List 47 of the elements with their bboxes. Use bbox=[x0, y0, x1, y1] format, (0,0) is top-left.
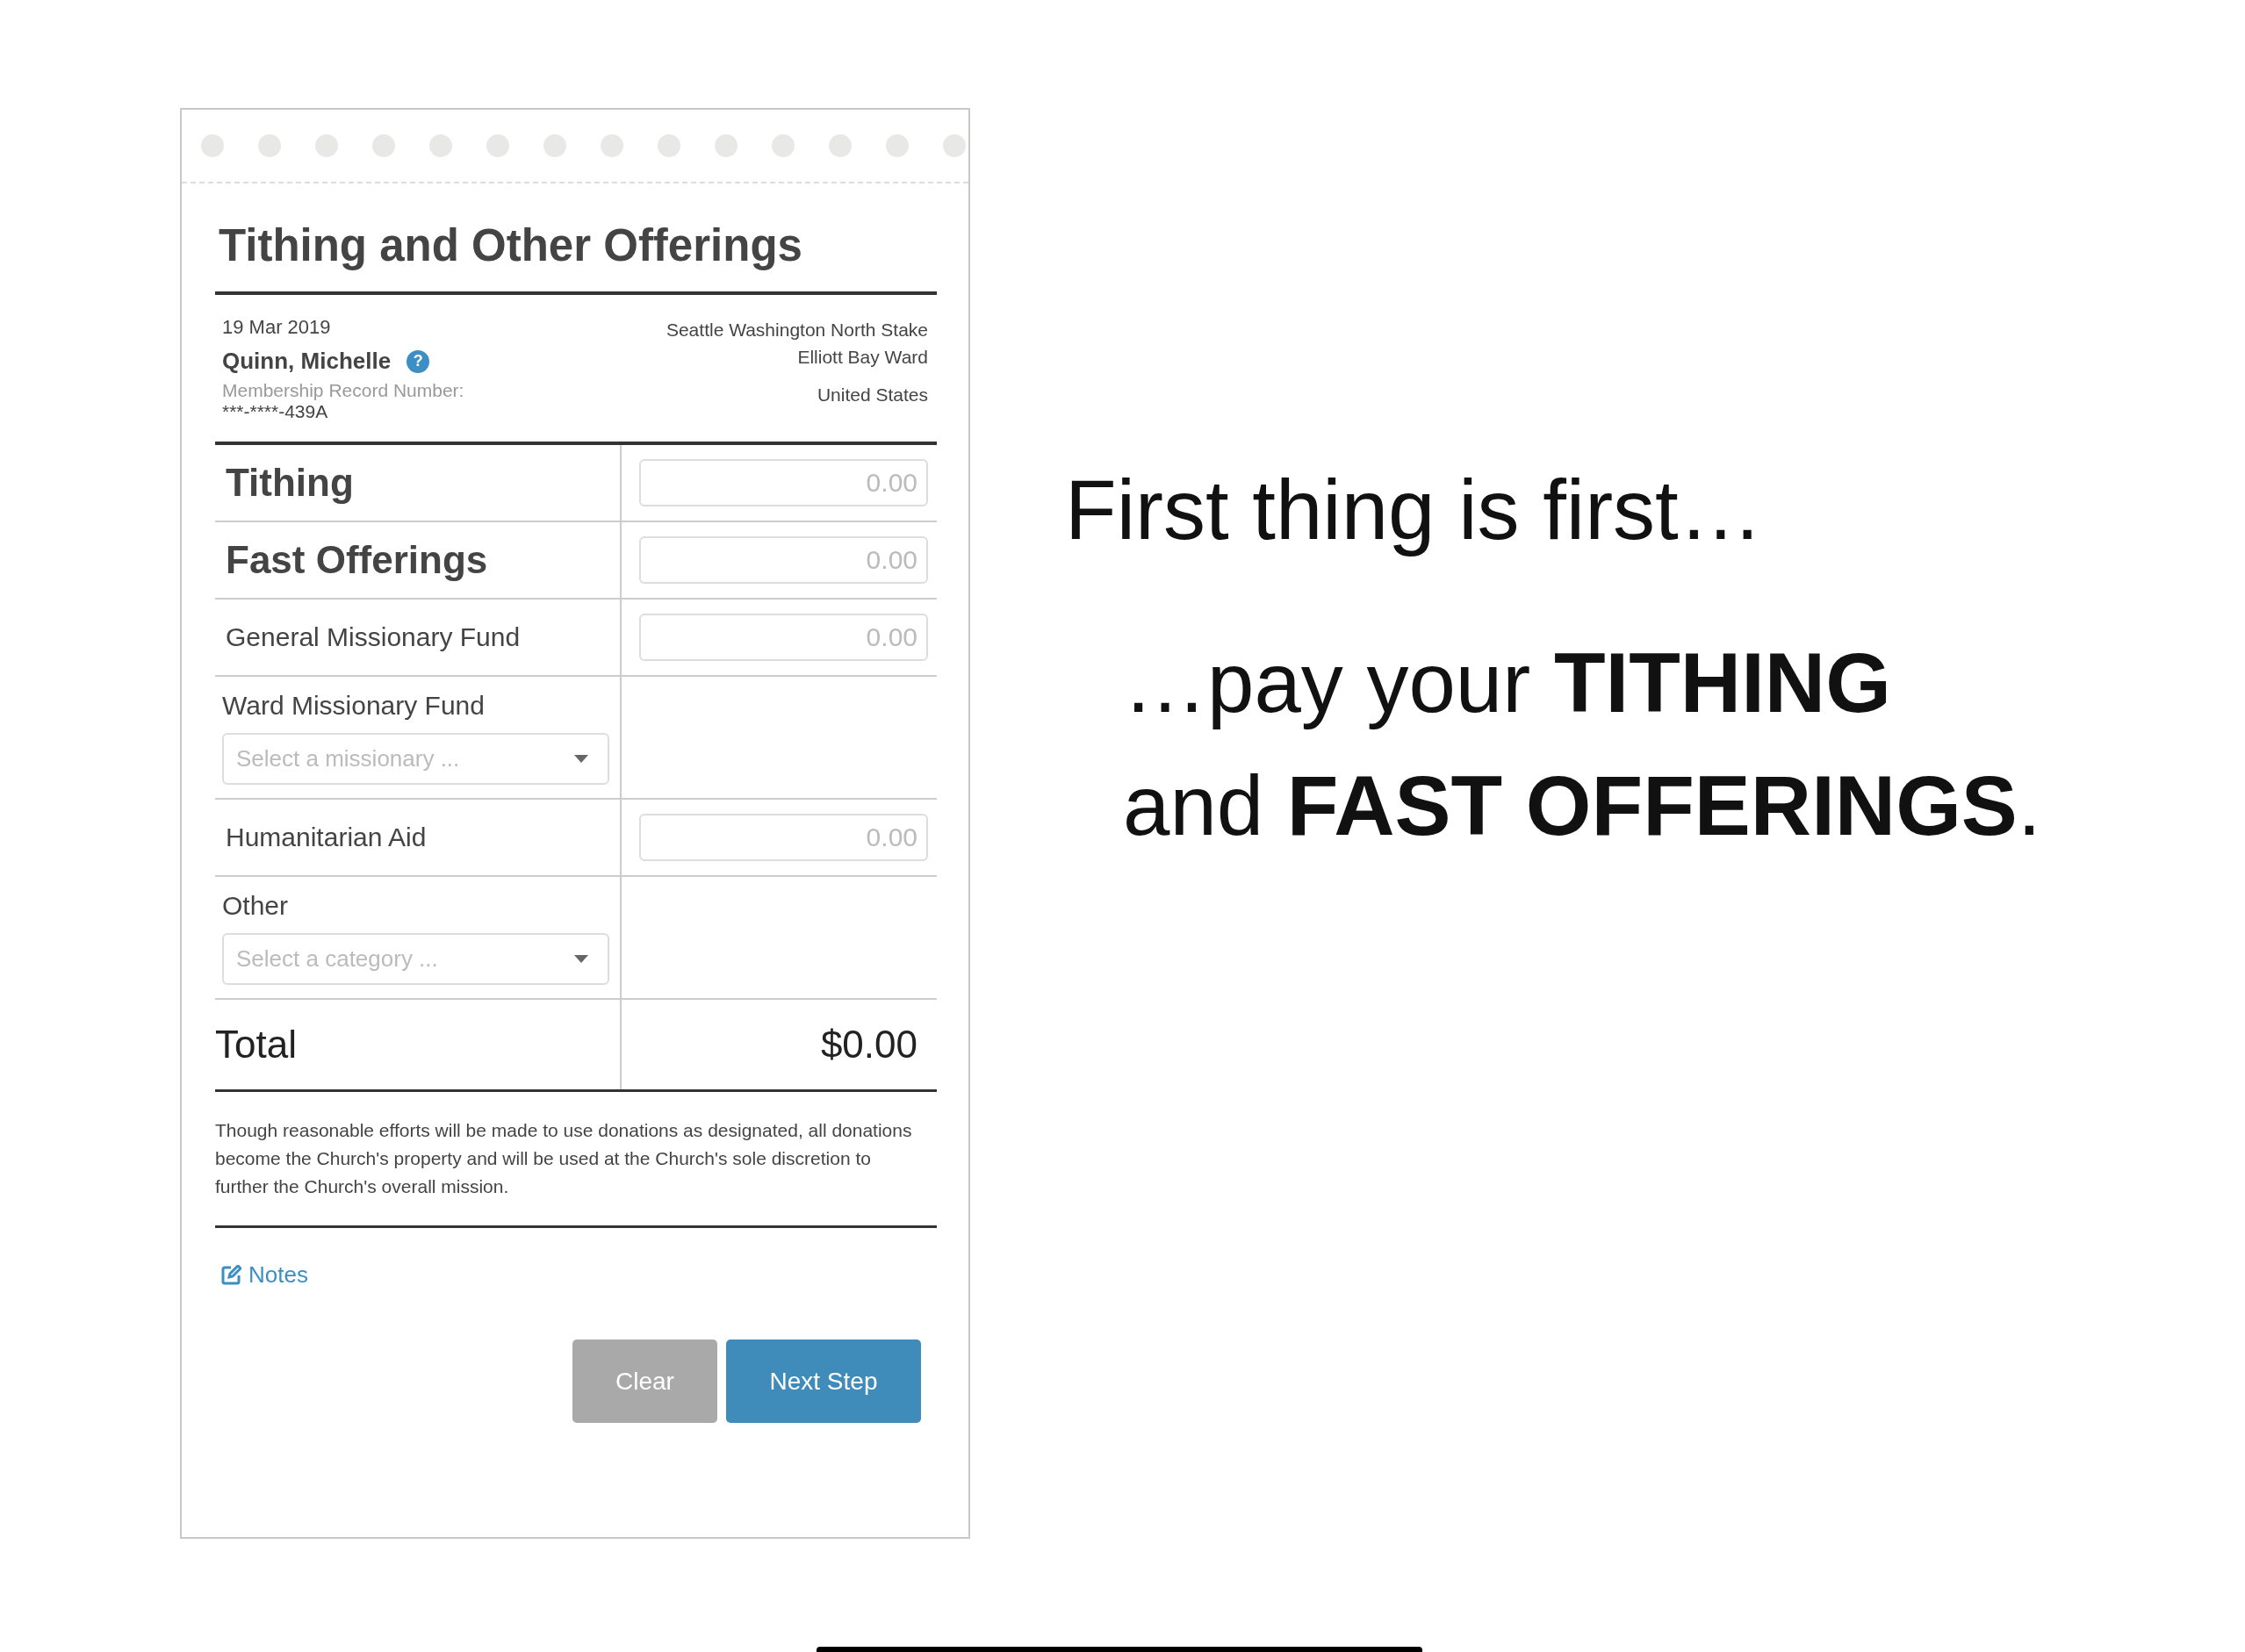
amount-field[interactable]: 0.00 bbox=[639, 536, 928, 585]
notes-link[interactable]: Notes bbox=[220, 1261, 308, 1289]
slide-heading: First thing is first… bbox=[1065, 462, 1764, 558]
fund-label: Fast Offerings bbox=[226, 538, 489, 583]
total-amount: $0.00 bbox=[820, 1023, 917, 1067]
punch-hole bbox=[601, 134, 623, 157]
date: 19 Mar 2019 bbox=[222, 316, 332, 340]
select-field[interactable]: Select a category ... bbox=[222, 932, 609, 985]
punch-hole bbox=[315, 134, 338, 157]
amount-field[interactable]: 0.00 bbox=[639, 459, 928, 507]
punch-hole bbox=[886, 134, 909, 157]
help-icon[interactable]: ? bbox=[407, 349, 430, 373]
punch-hole bbox=[943, 134, 966, 157]
punch-hole bbox=[486, 134, 509, 157]
fund-label: General Missionary Fund bbox=[226, 622, 522, 653]
fund-label: Other bbox=[222, 890, 290, 921]
disclaimer-text: Though reasonable efforts will be made to use donations as designated, all donations become the Church's property and will be used at the Church's sole discretion to further the Church's overall mission. bbox=[215, 1119, 913, 1199]
record-number: ***-****-439A bbox=[222, 401, 329, 423]
punch-hole bbox=[715, 134, 738, 157]
member-name: Quinn, Michelle bbox=[222, 348, 392, 376]
next-button[interactable]: Next Step bbox=[726, 1340, 921, 1424]
fund-label: Tithing bbox=[226, 461, 355, 506]
fund-label: Ward Missionary Fund bbox=[222, 690, 486, 721]
clear-button[interactable]: Clear bbox=[572, 1340, 717, 1424]
caret-icon bbox=[574, 754, 588, 763]
slide-text: …pay your TITHING bbox=[1123, 635, 1892, 732]
total-label: Total bbox=[215, 1023, 298, 1067]
punch-hole bbox=[429, 134, 452, 157]
punch-hole bbox=[829, 134, 852, 157]
punch-hole bbox=[658, 134, 680, 157]
record-label: Membership Record Number: bbox=[222, 380, 464, 402]
location-text: United States bbox=[817, 384, 928, 407]
location-text: Seattle Washington North Stake bbox=[666, 319, 928, 342]
form-title: Tithing and Other Offerings bbox=[219, 219, 803, 272]
punch-hole bbox=[372, 134, 395, 157]
punch-hole bbox=[543, 134, 566, 157]
caret-icon bbox=[574, 954, 588, 963]
punch-hole bbox=[258, 134, 281, 157]
amount-field[interactable]: 0.00 bbox=[639, 614, 928, 662]
fund-label: Humanitarian Aid bbox=[226, 822, 428, 853]
edit-icon bbox=[220, 1264, 241, 1286]
amount-field[interactable]: 0.00 bbox=[639, 814, 928, 862]
select-field[interactable]: Select a missionary ... bbox=[222, 732, 609, 785]
location-text: Elliott Bay Ward bbox=[797, 346, 928, 370]
slide-text: and FAST OFFERINGS. bbox=[1123, 758, 2041, 855]
punch-hole bbox=[772, 134, 795, 157]
punch-hole bbox=[201, 134, 224, 157]
